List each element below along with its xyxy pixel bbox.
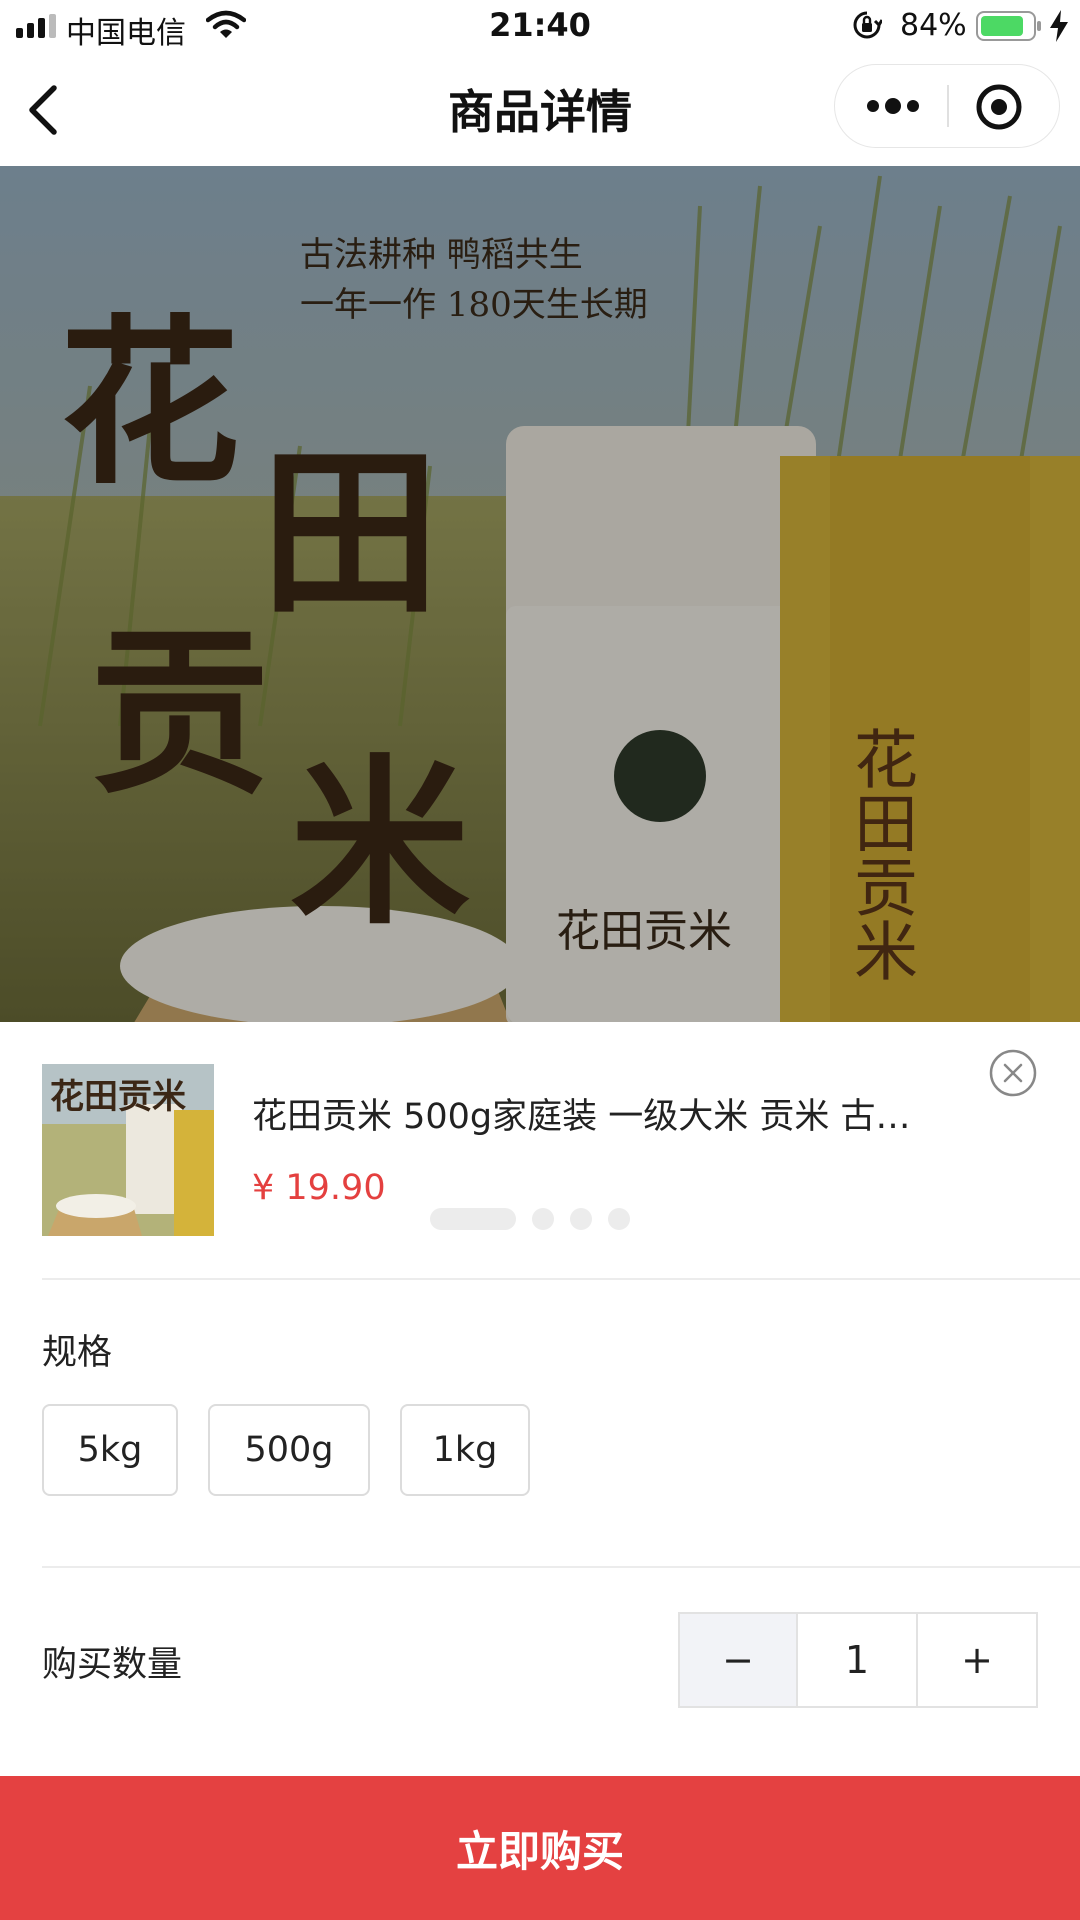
quantity-stepper: − 1 + [678, 1612, 1038, 1708]
buy-now-button[interactable]: 立即购买 [0, 1776, 1080, 1920]
close-icon[interactable] [988, 1048, 1038, 1098]
battery-icon [976, 11, 1041, 41]
capsule-divider [947, 85, 949, 127]
spec-label: 规格 [42, 1333, 113, 1373]
indicator-dot [570, 1208, 592, 1230]
divider [42, 1566, 1080, 1568]
indicator-active [430, 1208, 516, 1230]
product-thumbnail: 花田贡米 [42, 1064, 214, 1236]
product-name: 花田贡米 500g家庭装 一级大米 贡米 古… [252, 1097, 911, 1137]
product-price: ¥ 19.90 [252, 1168, 386, 1208]
close-miniprogram-icon[interactable] [971, 79, 1027, 135]
nav-bar: 商品详情 [0, 54, 1080, 166]
status-bar: 中国电信 21:40 84% [0, 0, 1080, 54]
divider [42, 1278, 1080, 1280]
battery-percent: 84% [900, 8, 967, 43]
thumbnail-title: 花田贡米 [50, 1077, 186, 1117]
indicator-dot [532, 1208, 554, 1230]
decrease-button[interactable]: − [680, 1614, 798, 1706]
hero-dim-overlay [0, 166, 1080, 1022]
quantity-label: 购买数量 [42, 1645, 183, 1685]
thumbnail-illustration: 花田贡米 [42, 1064, 214, 1236]
orientation-lock-icon [853, 11, 882, 39]
quantity-value[interactable]: 1 [798, 1614, 918, 1706]
spec-option-5kg[interactable]: 5kg [42, 1404, 178, 1496]
increase-button[interactable]: + [918, 1614, 1036, 1706]
spec-option-1kg[interactable]: 1kg [400, 1404, 530, 1496]
charging-icon [1050, 10, 1068, 42]
indicator-dot [608, 1208, 630, 1230]
more-options-icon[interactable] [863, 83, 923, 129]
product-hero-image: 花 田 贡 米 古法耕种 鸭稻共生 一年一作 180天生长期 花田贡米 花田贡米 [0, 166, 1080, 1022]
carousel-indicator [430, 1208, 646, 1232]
mini-program-capsule [834, 64, 1060, 148]
spec-option-500g[interactable]: 500g [208, 1404, 370, 1496]
